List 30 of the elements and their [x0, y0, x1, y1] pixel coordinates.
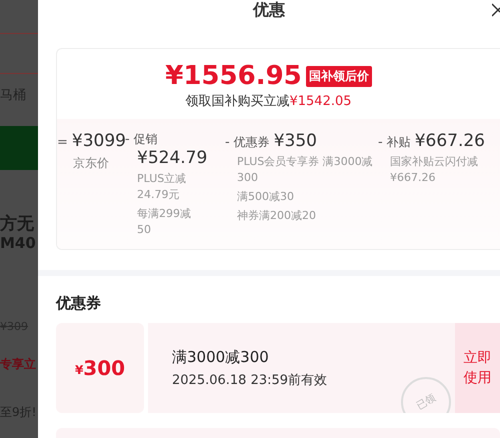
operator-sign: = [57, 135, 68, 150]
price-label: 京东价 [73, 155, 109, 172]
discount-amount: ¥524.79 [137, 148, 208, 168]
sheet-title: 优惠 [253, 0, 286, 18]
operator-sign: - [378, 135, 383, 150]
close-icon[interactable] [492, 3, 500, 17]
discount-label: 补贴 [386, 134, 411, 151]
operator-sign: - [125, 132, 130, 147]
discount-amount: ¥667.26 [414, 131, 486, 151]
discount-note: 神券满200减20 [237, 208, 316, 224]
coupon-validity: 2025.06.18 23:59前有效 [172, 372, 328, 388]
banner [0, 126, 38, 170]
section-heading: 优惠券 [56, 294, 102, 313]
discount-note: 每满299减50 [137, 206, 192, 238]
use-button[interactable]: 立即使用 [455, 323, 500, 413]
discount-note: 国家补贴云闪付减¥667.26 [390, 154, 479, 186]
price-amount: ¥3099 [72, 131, 126, 151]
discount-note: 满500减30 [237, 189, 294, 205]
price-badge: 国补领后价 [306, 66, 372, 86]
discount-note: PLUS会员专享券 满3000减300 [237, 154, 374, 186]
discount-label: 优惠券 [234, 134, 270, 151]
discount-label: 促销 [134, 131, 158, 148]
discount-amount: ¥350 [274, 131, 317, 151]
coupon-value: ¥300 [56, 323, 144, 413]
operator-sign: - [225, 135, 230, 150]
discount-note: PLUS立减24.79元 [137, 171, 188, 203]
coupon-title: 满3000减300 [172, 348, 270, 366]
saving-text: 领取国补购买立减¥1542.05 [185, 93, 352, 110]
promo-text: 专享立 [0, 356, 36, 373]
final-price: ¥1556.95 [165, 61, 302, 91]
